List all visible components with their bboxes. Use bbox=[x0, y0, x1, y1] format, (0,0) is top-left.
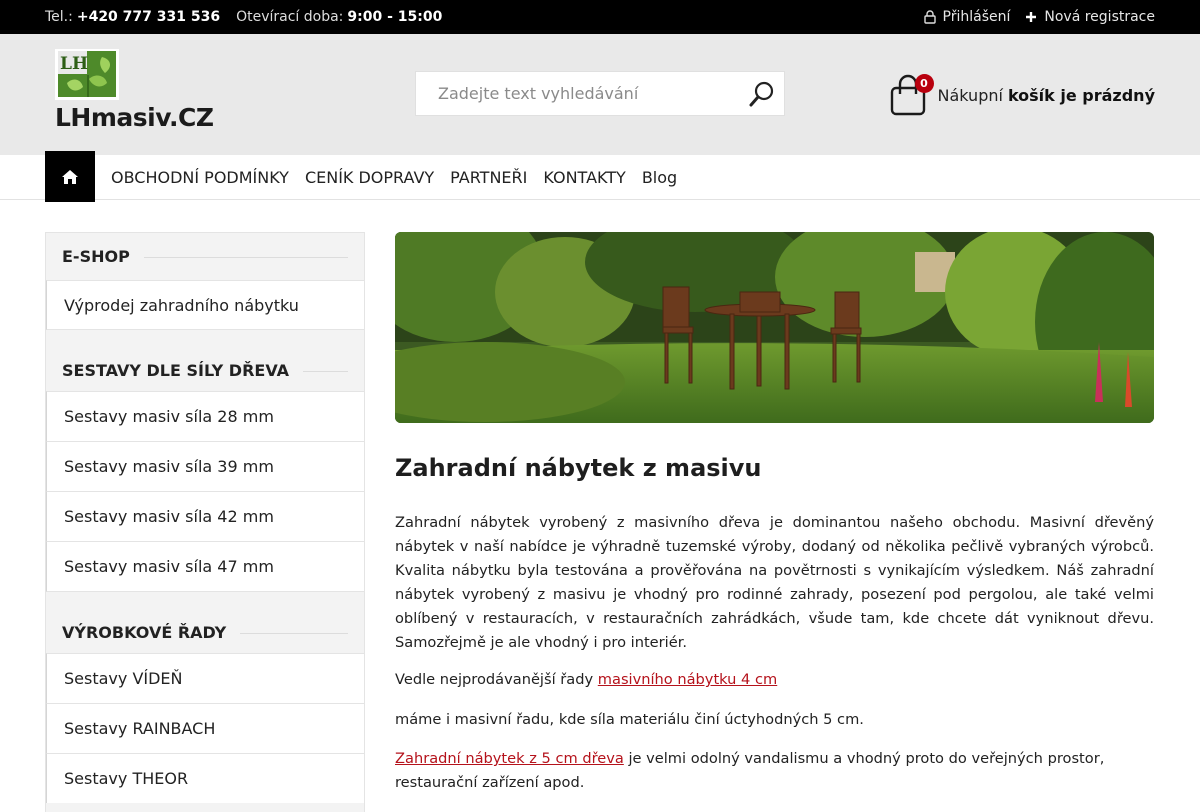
nav-item-cenik-dopravy[interactable]: CENÍK DOPRAVY bbox=[297, 168, 442, 187]
sidebar-item-28mm[interactable]: Sestavy masiv síla 28 mm bbox=[46, 391, 364, 441]
cart-count-badge: 0 bbox=[914, 74, 934, 93]
register-link[interactable]: Nová registrace bbox=[1025, 9, 1155, 25]
link-masivni-nabytek-4cm[interactable]: masivního nábytku 4 cm bbox=[598, 671, 777, 688]
nav-item-blog[interactable]: Blog bbox=[634, 168, 685, 187]
plus-icon bbox=[1026, 12, 1037, 22]
section-title-strength: SESTAVY DLE SÍLY DŘEVA bbox=[62, 361, 304, 380]
account-links: Přihlášení Nová registrace bbox=[923, 0, 1155, 34]
sidebar-item-viden[interactable]: Sestavy VÍDEŇ bbox=[46, 653, 364, 703]
sidebar-item-theor[interactable]: Sestavy THEOR bbox=[46, 753, 364, 803]
section-divider bbox=[230, 633, 348, 634]
sidebar-item-47mm[interactable]: Sestavy masiv síla 47 mm bbox=[46, 541, 364, 592]
logo[interactable]: LH LHmasiv.CZ bbox=[55, 49, 220, 134]
search-button[interactable] bbox=[748, 80, 776, 108]
top-bar: Tel.: +420 777 331 536 Otevírací doba: 9… bbox=[0, 0, 1200, 34]
login-label: Přihlášení bbox=[942, 9, 1011, 25]
intro-paragraph: Zahradní nábytek vyrobený z masivního dř… bbox=[395, 514, 1154, 651]
contact-info: Tel.: +420 777 331 536 Otevírací doba: 9… bbox=[45, 0, 442, 34]
section-title-eshop: E-SHOP bbox=[62, 247, 144, 266]
header: LH LHmasiv.CZ 0 Nákupní košík je prázdný bbox=[0, 34, 1200, 155]
home-icon bbox=[62, 169, 78, 184]
search-input[interactable] bbox=[416, 72, 736, 115]
phone-label: Tel.: bbox=[45, 9, 73, 25]
sidebar-item-39mm[interactable]: Sestavy masiv síla 39 mm bbox=[46, 441, 364, 491]
nav-item-partneri[interactable]: PARTNEŘI bbox=[442, 168, 535, 187]
nav-item-kontakty[interactable]: KONTAKTY bbox=[535, 168, 633, 187]
cart[interactable]: 0 Nákupní košík je prázdný bbox=[890, 74, 1155, 116]
home-button[interactable] bbox=[45, 151, 95, 202]
main-nav: OBCHODNÍ PODMÍNKY CENÍK DOPRAVY PARTNEŘI… bbox=[0, 151, 1200, 202]
line-4cm-text: Vedle nejprodávanější řady bbox=[395, 671, 594, 688]
login-link[interactable]: Přihlášení bbox=[923, 9, 1011, 25]
cart-bag: 0 bbox=[890, 74, 934, 116]
line-5cm-link: Zahradní nábytek z 5 cm dřeva je velmi o… bbox=[395, 747, 1154, 795]
sidebar-item-rainbach[interactable]: Sestavy RAINBACH bbox=[46, 703, 364, 753]
register-label: Nová registrace bbox=[1044, 9, 1155, 25]
sidebar-item-42mm[interactable]: Sestavy masiv síla 42 mm bbox=[46, 491, 364, 541]
lock-icon bbox=[923, 10, 936, 24]
page-title: Zahradní nábytek z masivu bbox=[395, 454, 762, 482]
section-divider bbox=[142, 257, 348, 258]
link-zahradni-nabytek-5cm[interactable]: Zahradní nábytek z 5 cm dřeva bbox=[395, 750, 624, 767]
garden-furniture-image bbox=[395, 232, 1154, 423]
line-5cm: máme i masivní řadu, kde síla materiálu … bbox=[395, 711, 864, 728]
phone-number[interactable]: +420 777 331 536 bbox=[77, 9, 220, 25]
line-4cm: Vedle nejprodávanější řady masivního náb… bbox=[395, 668, 1154, 692]
leaf-logo-icon: LH bbox=[55, 49, 119, 100]
hours-label: Otevírací doba: bbox=[236, 9, 344, 25]
section-title-series: VÝROBKOVÉ ŘADY bbox=[62, 623, 241, 642]
cart-status: košík je prázdný bbox=[1007, 85, 1155, 105]
nav-item-obchodni-podminky[interactable]: OBCHODNÍ PODMÍNKY bbox=[103, 168, 297, 187]
logo-text: LHmasiv.CZ bbox=[55, 103, 214, 132]
sidebar-item-vyprodej[interactable]: Výprodej zahradního nábytku bbox=[46, 280, 364, 330]
opening-hours: 9:00 - 15:00 bbox=[347, 9, 443, 25]
category-sidebar: E-SHOP Výprodej zahradního nábytku SESTA… bbox=[45, 232, 365, 812]
search-icon bbox=[749, 81, 774, 107]
cart-label: Nákupní bbox=[937, 85, 1003, 105]
logo-mark-text: LH bbox=[60, 54, 88, 74]
search-box bbox=[415, 71, 785, 116]
hero-banner-image bbox=[395, 232, 1154, 423]
